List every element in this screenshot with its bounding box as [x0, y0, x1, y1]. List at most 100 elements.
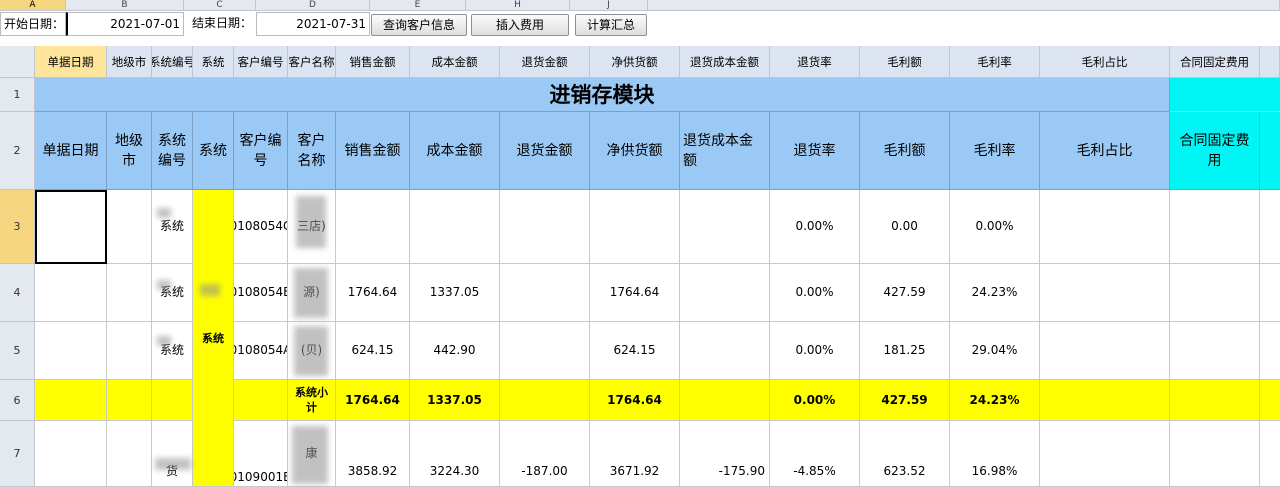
cell-margin[interactable]: 29.04% — [950, 322, 1040, 380]
cell-ret-rate[interactable]: -4.85% — [770, 421, 860, 487]
subtotal-sys-code[interactable] — [152, 380, 193, 421]
subtotal-label[interactable]: 系统小计 — [288, 380, 336, 421]
cell-return[interactable]: -187.00 — [500, 421, 590, 487]
cell-margin[interactable]: 0.00% — [950, 190, 1040, 264]
cell-cost[interactable]: 1337.05 — [410, 264, 500, 322]
cell-gross[interactable]: 181.25 — [860, 322, 950, 380]
row-header-6[interactable]: 6 — [0, 380, 35, 421]
system-merged-cell[interactable]: 系统 — [193, 190, 234, 487]
row-header-1[interactable]: 1 — [0, 78, 35, 112]
cell-cust-code[interactable]: 0108054B — [234, 264, 288, 322]
subtotal-ret-rate[interactable]: 0.00% — [770, 380, 860, 421]
start-date-input[interactable]: 2021-07-01 — [66, 12, 184, 36]
cell-net[interactable]: 3671.92 — [590, 421, 680, 487]
header-share: 毛利占比 — [1040, 112, 1170, 190]
cell-gross[interactable]: 623.52 — [860, 421, 950, 487]
cell-net[interactable] — [590, 190, 680, 264]
cell-date[interactable] — [35, 322, 107, 380]
cell-ret-cost[interactable] — [680, 322, 770, 380]
column-header-j[interactable]: J — [570, 0, 648, 11]
cell-share[interactable] — [1040, 264, 1170, 322]
cell-return[interactable] — [500, 264, 590, 322]
subtotal-cust-code[interactable] — [234, 380, 288, 421]
insert-fee-button[interactable]: 插入费用 — [471, 14, 569, 36]
row-header-3[interactable]: 3 — [0, 190, 35, 264]
cell-cost[interactable]: 3224.30 — [410, 421, 500, 487]
cell-fixed-fee[interactable] — [1170, 190, 1260, 264]
header-cust-name: 客户名称 — [288, 112, 336, 190]
row-header-4[interactable]: 4 — [0, 264, 35, 322]
cell-fixed-fee[interactable] — [1170, 421, 1260, 487]
query-customer-button[interactable]: 查询客户信息 — [371, 14, 467, 36]
cell-gross[interactable]: 0.00 — [860, 190, 950, 264]
cell-margin[interactable]: 16.98% — [950, 421, 1040, 487]
column-header-a[interactable]: A — [0, 0, 66, 11]
subtotal-return[interactable] — [500, 380, 590, 421]
subtotal-net[interactable]: 1764.64 — [590, 380, 680, 421]
column-header-b[interactable]: B — [66, 0, 184, 11]
column-header-c[interactable]: C — [184, 0, 256, 11]
cell-ret-cost[interactable]: -175.90 — [680, 421, 770, 487]
column-header-rest — [648, 0, 1280, 11]
redacted-mark — [292, 426, 328, 484]
cell-ret-rate[interactable]: 0.00% — [770, 264, 860, 322]
cell-cost[interactable] — [410, 190, 500, 264]
row-header-2[interactable]: 2 — [0, 112, 35, 190]
cell-fixed-fee[interactable] — [1170, 264, 1260, 322]
cell-return[interactable] — [500, 190, 590, 264]
cell-share[interactable] — [1040, 421, 1170, 487]
cell-sales[interactable] — [336, 190, 410, 264]
cell-net[interactable]: 1764.64 — [590, 264, 680, 322]
cell-ret-cost[interactable] — [680, 264, 770, 322]
cell-date[interactable] — [35, 264, 107, 322]
cell-date[interactable] — [35, 421, 107, 487]
cell-margin[interactable]: 24.23% — [950, 264, 1040, 322]
cell-fixed-fee[interactable] — [1170, 322, 1260, 380]
selected-cell[interactable] — [35, 190, 107, 264]
cell-cust-code[interactable]: 0109001B — [234, 421, 288, 487]
row-header-7[interactable]: 7 — [0, 421, 35, 487]
cell-sales[interactable]: 3858.92 — [336, 421, 410, 487]
cell-city[interactable] — [107, 322, 152, 380]
calc-summary-button[interactable]: 计算汇总 — [575, 14, 647, 36]
end-date-input[interactable]: 2021-07-31 — [256, 12, 370, 36]
subtotal-ret-cost[interactable] — [680, 380, 770, 421]
cell-sys-code[interactable]: 系统 — [152, 190, 193, 264]
frozen-header-share: 毛利占比 — [1040, 46, 1170, 78]
subtotal-overflow — [1260, 380, 1280, 421]
cell-sys-code[interactable]: 系统 — [152, 264, 193, 322]
column-header-e[interactable]: E — [370, 0, 466, 11]
cell-ret-rate[interactable]: 0.00% — [770, 190, 860, 264]
cell-sales[interactable]: 624.15 — [336, 322, 410, 380]
cell-cust-code[interactable]: 0108054A — [234, 322, 288, 380]
subtotal-city[interactable] — [107, 380, 152, 421]
cell-sys-code[interactable]: 货 — [152, 421, 193, 487]
cell-city[interactable] — [107, 190, 152, 264]
row-header-5[interactable]: 5 — [0, 322, 35, 380]
cell-ret-rate[interactable]: 0.00% — [770, 322, 860, 380]
column-header-h[interactable]: H — [466, 0, 570, 11]
cell-net[interactable]: 624.15 — [590, 322, 680, 380]
cell-gross[interactable]: 427.59 — [860, 264, 950, 322]
cell-city[interactable] — [107, 264, 152, 322]
subtotal-fixed-fee[interactable] — [1170, 380, 1260, 421]
cell-sales[interactable]: 1764.64 — [336, 264, 410, 322]
subtotal-share[interactable] — [1040, 380, 1170, 421]
cell-return[interactable] — [500, 322, 590, 380]
cell-cust-code[interactable]: 0108054C — [234, 190, 288, 264]
cell-share[interactable] — [1040, 190, 1170, 264]
column-header-d[interactable]: D — [256, 0, 370, 11]
subtotal-gross[interactable]: 427.59 — [860, 380, 950, 421]
subtotal-sales[interactable]: 1764.64 — [336, 380, 410, 421]
cell-ret-cost[interactable] — [680, 190, 770, 264]
cell-cost[interactable]: 442.90 — [410, 322, 500, 380]
start-date-label: 开始日期： — [0, 12, 66, 36]
subtotal-cost[interactable]: 1337.05 — [410, 380, 500, 421]
cell-share[interactable] — [1040, 322, 1170, 380]
header-cost: 成本金额 — [410, 112, 500, 190]
subtotal-margin[interactable]: 24.23% — [950, 380, 1040, 421]
redacted-mark — [157, 336, 171, 346]
cell-city[interactable] — [107, 421, 152, 487]
cell-sys-code[interactable]: 系统 — [152, 322, 193, 380]
subtotal-date[interactable] — [35, 380, 107, 421]
